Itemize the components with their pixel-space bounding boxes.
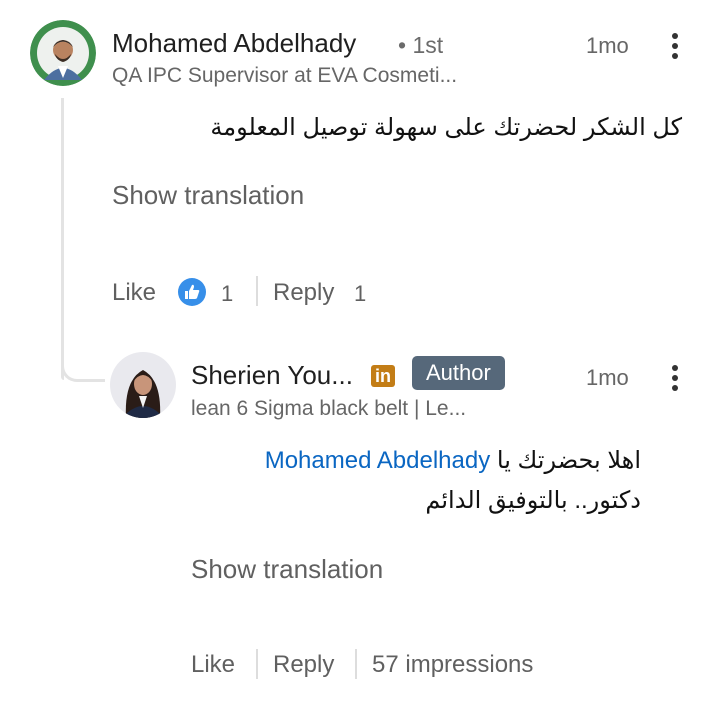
more-options-icon[interactable] <box>669 33 681 59</box>
show-translation-link[interactable]: Show translation <box>191 554 383 585</box>
show-translation-link[interactable]: Show translation <box>112 180 304 211</box>
linkedin-icon: in <box>371 365 395 387</box>
comment-body: كل الشكر لحضرتك على سهولة توصيل المعلومة <box>210 114 682 141</box>
thumbs-up-icon <box>178 278 206 306</box>
mention-link[interactable]: Mohamed Abdelhady <box>265 447 491 474</box>
reply-timestamp: 1mo <box>586 365 629 390</box>
commenter-name[interactable]: Mohamed Abdelhady <box>112 28 356 59</box>
replier-name[interactable]: Sherien You... <box>191 360 353 391</box>
comment-timestamp: 1mo <box>586 33 629 58</box>
reply-button[interactable]: Reply <box>273 651 334 679</box>
replier-avatar[interactable] <box>110 352 176 418</box>
like-button[interactable]: Like <box>112 279 156 307</box>
connection-degree: • 1st <box>398 32 444 58</box>
commenter-avatar[interactable] <box>30 20 96 86</box>
action-divider <box>256 276 258 306</box>
reply-count[interactable]: 1 <box>354 281 366 307</box>
profile-photo-icon <box>110 352 176 418</box>
reply-button[interactable]: Reply <box>273 279 334 307</box>
profile-photo-icon <box>30 20 96 86</box>
like-button[interactable]: Like <box>191 651 235 679</box>
replier-headline: lean 6 Sigma black belt | Le... <box>191 397 467 420</box>
impressions-count[interactable]: 57 impressions <box>372 651 533 679</box>
action-divider <box>355 649 357 679</box>
reply-body-suffix: دكتور.. بالتوفيق الدائم <box>425 487 641 514</box>
thread-line <box>61 98 64 380</box>
author-badge: Author <box>412 356 505 390</box>
reply-body: اهلا بحضرتك يا Mohamed Abdelhady دكتور..… <box>191 441 641 521</box>
action-divider <box>256 649 258 679</box>
reply-body-prefix: اهلا بحضرتك يا <box>496 447 641 474</box>
thread-branch <box>61 364 105 382</box>
like-count[interactable]: 1 <box>221 281 233 307</box>
commenter-headline: QA IPC Supervisor at EVA Cosmeti... <box>112 64 458 87</box>
more-options-icon[interactable] <box>669 365 681 391</box>
